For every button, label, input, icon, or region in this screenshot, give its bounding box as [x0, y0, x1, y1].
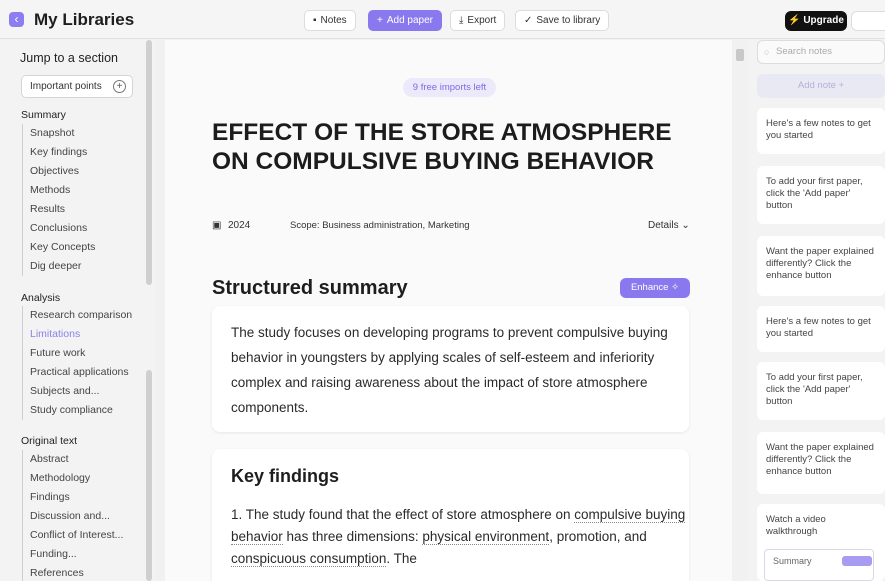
summary-card: The study focuses on developing programs… — [212, 306, 689, 432]
note-card[interactable]: Want the paper explained differently? Cl… — [757, 236, 885, 296]
summary-preview-label: Summary — [773, 556, 812, 566]
download-icon: ⤓ — [459, 15, 464, 26]
search-icon: ○ — [764, 47, 770, 57]
sidebar-item-methodology[interactable]: Methodology — [23, 469, 123, 488]
analysis-section-list: Research comparison Limitations Future w… — [22, 306, 132, 420]
search-placeholder: Search notes — [776, 46, 832, 57]
enhance-preview-badge — [842, 556, 872, 566]
sidebar-item-methods[interactable]: Methods — [23, 181, 95, 200]
original-text-section-list: Abstract Methodology Findings Discussion… — [22, 450, 123, 581]
details-toggle[interactable]: Details ⌄ — [648, 220, 690, 231]
sidebar-item-limitations[interactable]: Limitations — [23, 325, 132, 344]
sidebar-item-practical-applications[interactable]: Practical applications — [23, 363, 132, 382]
finding-text: . The — [386, 551, 417, 566]
free-imports-badge: 9 free imports left — [403, 78, 496, 97]
sidebar-scrollbar-lower[interactable] — [146, 370, 152, 581]
note-card[interactable]: Here's a few notes to get you started — [757, 108, 885, 154]
sidebar-item-study-compliance[interactable]: Study compliance — [23, 401, 132, 420]
section-heading-analysis: Analysis — [21, 292, 61, 304]
back-button[interactable]: ‹ — [9, 12, 24, 27]
profile-area[interactable] — [851, 11, 885, 31]
sidebar-item-research-comparison[interactable]: Research comparison — [23, 306, 132, 325]
document-scrollbar[interactable] — [736, 49, 744, 61]
sidebar-item-discussion[interactable]: Discussion and... — [23, 507, 123, 526]
notes-icon: ▪ — [313, 15, 317, 26]
sidebar-item-findings[interactable]: Findings — [23, 488, 123, 507]
plus-icon: + — [377, 15, 383, 26]
sidebar-item-key-findings[interactable]: Key findings — [23, 143, 95, 162]
note-card[interactable]: Want the paper explained differently? Cl… — [757, 432, 885, 494]
sidebar-item-objectives[interactable]: Objectives — [23, 162, 95, 181]
chevron-left-icon: ‹ — [14, 12, 19, 26]
top-bar: ‹ My Libraries ▪ Notes + Add paper ⤓ Export… — [0, 0, 885, 39]
note-card[interactable]: To add your first paper, click the 'Add … — [757, 362, 885, 420]
important-points-label: Important points — [30, 81, 102, 92]
key-findings-heading: Key findings — [231, 466, 340, 486]
add-note-button[interactable]: Add note + — [757, 74, 885, 98]
finding-text: has three dimensions: — [282, 529, 423, 544]
summary-preview-thumbnail: Summary — [764, 549, 874, 581]
note-card[interactable]: To add your first paper, click the 'Add … — [757, 166, 885, 224]
check-icon: ✓ — [524, 15, 533, 26]
concept-link[interactable]: conspicuous consumption — [231, 551, 387, 567]
sparkle-icon: ✧ — [671, 282, 680, 293]
export-button[interactable]: ⤓ Export — [450, 10, 506, 31]
paper-scope: Scope: Business administration, Marketin… — [290, 220, 470, 231]
sidebar-item-conflict-of-interest[interactable]: Conflict of Interest... — [23, 526, 123, 545]
sidebar-item-future-work[interactable]: Future work — [23, 344, 132, 363]
lightning-icon: ⚡ — [788, 15, 801, 26]
notes-button-label: Notes — [320, 15, 347, 26]
note-card[interactable]: Here's a few notes to get you started — [757, 306, 885, 352]
video-walkthrough-label: Watch a video walkthrough — [766, 514, 826, 537]
add-paper-button-label: Add paper — [386, 15, 433, 26]
sidebar-item-key-concepts[interactable]: Key Concepts — [23, 238, 95, 257]
sidebar-item-dig-deeper[interactable]: Dig deeper — [23, 257, 95, 276]
search-notes-input[interactable]: ○ Search notes — [757, 40, 885, 64]
structured-summary-heading: Structured summary — [212, 277, 408, 299]
sidebar-item-conclusions[interactable]: Conclusions — [23, 219, 95, 238]
publication-year: 2024 — [228, 220, 251, 231]
enhance-button[interactable]: Enhance ✧ — [620, 278, 690, 298]
page-title: My Libraries — [34, 10, 135, 29]
finding-text: , promotion, and — [549, 529, 647, 544]
section-heading-summary: Summary — [21, 109, 66, 121]
export-button-label: Export — [467, 15, 497, 26]
key-finding-1: 1. The study found that the effect of st… — [231, 504, 686, 570]
sidebar-item-funding[interactable]: Funding... — [23, 545, 123, 564]
paper-title: EFFECT OF THE STORE ATMOSPHERE ON COMPUL… — [212, 119, 672, 175]
summary-text: The study focuses on developing programs… — [231, 325, 668, 415]
sidebar-item-subjects[interactable]: Subjects and... — [23, 382, 132, 401]
notes-button[interactable]: ▪ Notes — [304, 10, 356, 31]
sidebar-item-references[interactable]: References — [23, 564, 123, 581]
chevron-down-icon: ⌄ — [681, 220, 690, 231]
add-paper-button[interactable]: + Add paper — [368, 10, 442, 31]
upgrade-button-label: Upgrade — [803, 15, 844, 26]
section-heading-original-text: Original text — [21, 435, 78, 447]
sidebar-item-snapshot[interactable]: Snapshot — [23, 124, 95, 143]
details-label: Details — [648, 220, 679, 231]
save-to-library-button[interactable]: ✓ Save to library — [515, 10, 610, 31]
summary-section-list: Snapshot Key findings Objectives Methods… — [22, 124, 95, 276]
concept-link[interactable]: physical environment — [422, 529, 550, 545]
calendar-icon: ▣ — [212, 220, 222, 231]
key-findings-card: Key findings 1. The study found that the… — [212, 449, 689, 581]
sidebar-item-abstract[interactable]: Abstract — [23, 450, 123, 469]
sidebar-scrollbar[interactable] — [146, 40, 152, 285]
enhance-button-label: Enhance — [630, 282, 669, 293]
sidebar-item-results[interactable]: Results — [23, 200, 95, 219]
important-points-button[interactable]: Important points + — [21, 75, 133, 98]
upgrade-button[interactable]: ⚡ Upgrade — [785, 11, 847, 31]
jump-to-section-label: Jump to a section — [20, 51, 118, 65]
save-button-label: Save to library — [536, 15, 601, 26]
finding-text: 1. The study found that the effect of st… — [231, 507, 575, 522]
add-circle-icon: + — [113, 80, 126, 93]
